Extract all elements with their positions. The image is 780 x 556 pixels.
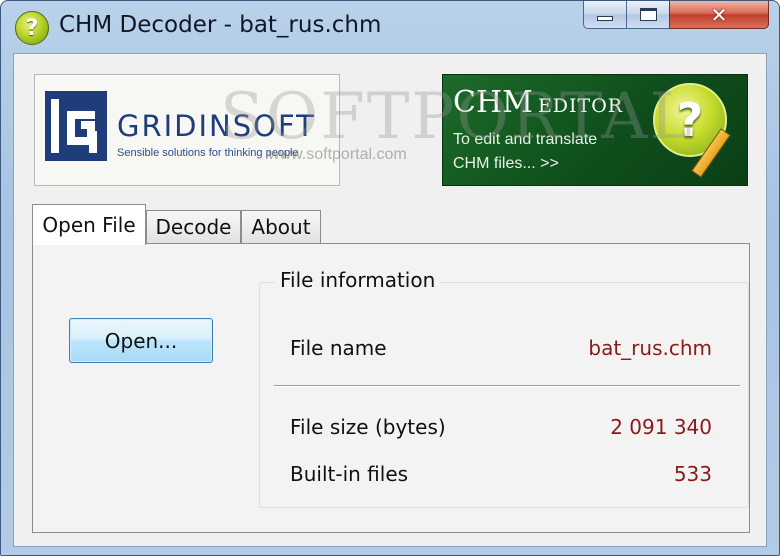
file-info-legend: File information xyxy=(274,268,442,292)
chm-editor-banner[interactable]: CHM EDITOR To edit and translate CHM fil… xyxy=(442,74,748,186)
maximize-icon xyxy=(639,8,657,21)
built-in-files-value: 533 xyxy=(673,462,712,486)
tab-decode[interactable]: Decode xyxy=(146,210,241,243)
close-button[interactable]: ✕ xyxy=(669,1,769,29)
gridinsoft-logo-icon xyxy=(45,91,107,161)
title-bar[interactable]: ? CHM Decoder - bat_rus.chm ✕ xyxy=(1,1,779,53)
brand-tagline: Sensible solutions for thinking people xyxy=(117,147,299,159)
tab-about[interactable]: About xyxy=(241,210,321,243)
promo-title: CHM EDITOR xyxy=(453,85,623,120)
file-name-row: File name bat_rus.chm xyxy=(260,336,750,366)
window-title: CHM Decoder - bat_rus.chm xyxy=(59,12,382,38)
client-area: GRIDINSOFT Sensible solutions for thinki… xyxy=(13,53,767,547)
file-size-row: File size (bytes) 2 091 340 xyxy=(260,415,750,445)
file-info-group: File information File name bat_rus.chm F… xyxy=(259,268,750,508)
minimize-icon xyxy=(597,16,613,21)
close-icon: ✕ xyxy=(710,2,728,27)
built-in-files-label: Built-in files xyxy=(290,462,409,486)
tab-open-file[interactable]: Open File xyxy=(32,204,146,245)
gridinsoft-banner[interactable]: GRIDINSOFT Sensible solutions for thinki… xyxy=(34,74,340,186)
question-icon[interactable]: ? xyxy=(15,11,49,45)
minimize-button[interactable] xyxy=(583,1,627,29)
app-window: ? CHM Decoder - bat_rus.chm ✕ GRIDINSOFT… xyxy=(0,0,780,556)
promo-line-1: To edit and translate xyxy=(453,131,598,148)
promo-line-2: CHM files... >> xyxy=(453,155,559,172)
file-size-label: File size (bytes) xyxy=(290,415,446,439)
open-button[interactable]: Open... xyxy=(69,318,213,363)
file-name-label: File name xyxy=(290,336,387,360)
open-file-panel: Open... File information File name bat_r… xyxy=(32,243,750,533)
built-in-files-row: Built-in files 533 xyxy=(260,462,750,492)
file-name-value: bat_rus.chm xyxy=(588,336,712,360)
file-size-value: 2 091 340 xyxy=(610,415,712,439)
promo-title-big: CHM xyxy=(453,85,533,120)
promo-title-small: EDITOR xyxy=(537,95,624,117)
divider xyxy=(274,385,740,387)
maximize-button[interactable] xyxy=(626,1,670,29)
brand-name: GRIDINSOFT xyxy=(117,109,316,143)
